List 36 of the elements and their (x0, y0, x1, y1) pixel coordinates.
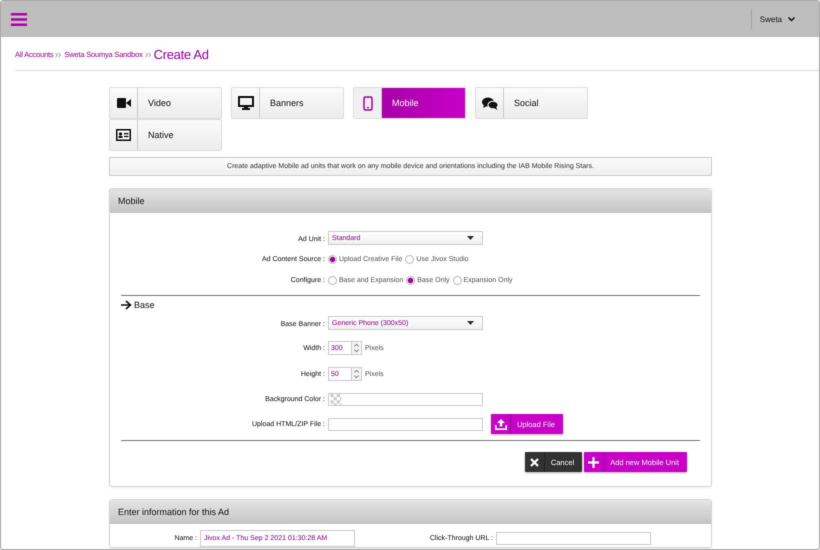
panel-header: Mobile (110, 189, 711, 213)
caret-down-icon (467, 321, 474, 325)
color-field[interactable] (328, 393, 483, 406)
upload-icon (494, 418, 506, 430)
file-path-field[interactable] (328, 418, 483, 430)
smartphone-icon (362, 96, 372, 110)
url-field[interactable] (496, 532, 651, 545)
transparent-swatch-icon (329, 394, 343, 405)
radio-button[interactable] (406, 276, 416, 285)
plus-icon (588, 456, 600, 468)
chat-bubbles-icon (482, 96, 498, 110)
ad-type-tab[interactable]: Video (109, 87, 222, 119)
stepper-arrows-icon (351, 368, 361, 380)
id-card-icon (116, 129, 131, 141)
ad-type-tab[interactable]: Social (475, 87, 588, 119)
double-chevron-icon (144, 52, 151, 58)
radio-button[interactable] (328, 276, 337, 285)
radio-button[interactable] (405, 255, 414, 264)
ad-type-tab[interactable]: Native (109, 119, 222, 151)
menu-icon (11, 12, 27, 26)
panel-header: Enter information for this Ad (110, 500, 711, 524)
monitor-icon (238, 96, 254, 110)
video-camera-icon (116, 97, 130, 109)
section-title: Base (134, 300, 155, 310)
close-icon (530, 458, 539, 466)
radio-button[interactable] (328, 255, 337, 264)
ad-type-tab[interactable]: Banners (231, 87, 344, 119)
chevron-down-icon (788, 16, 795, 22)
page-title: Create Ad (154, 47, 209, 62)
stepper-arrows-icon (351, 342, 361, 354)
arrow-right-icon (121, 300, 132, 310)
caret-down-icon (467, 236, 474, 240)
user-menu[interactable]: Sweta (750, 9, 819, 29)
ad-type-tab[interactable]: Mobile (353, 87, 466, 119)
radio-button[interactable] (452, 276, 462, 285)
double-chevron-icon (55, 52, 62, 58)
